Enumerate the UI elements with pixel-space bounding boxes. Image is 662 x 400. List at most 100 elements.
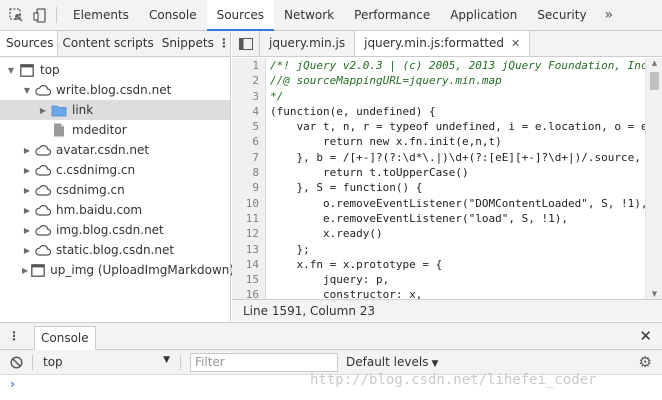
tree-item[interactable]: mdeditor (0, 120, 230, 140)
code-area[interactable]: 1 /*! jQuery v2.0.3 | (c) 2005, 2013 jQue… (232, 58, 645, 299)
sources-navigator: Sources Content scripts Snippets ⋮ ▼ top ▼… (0, 31, 234, 321)
tab-performance[interactable]: Performance (344, 0, 440, 30)
line-number[interactable]: 8 (232, 165, 266, 181)
tree-item[interactable]: ▶ hm.baidu.com (0, 200, 230, 220)
code-line[interactable]: 2 //@ sourceMappingURL=jquery.min.map (232, 73, 645, 89)
code-line[interactable]: 7 }, b = /[+-]?(?:\d*\.|)\d+(?:[eE][+-]?… (232, 149, 645, 166)
code-line[interactable]: 14 x.fn = x.prototype = { (232, 256, 645, 273)
scrollbar-thumb[interactable] (650, 72, 659, 90)
line-number[interactable]: 4 (232, 103, 266, 120)
code-line[interactable]: 9 }, S = function() { (232, 180, 645, 196)
navigator-tab-sources[interactable]: Sources (0, 31, 59, 56)
frame-icon (19, 63, 35, 77)
code-line[interactable]: 4 (function(e, undefined) { (232, 103, 645, 120)
code-line[interactable]: 13 }; (232, 241, 645, 257)
code-line[interactable]: 1 /*! jQuery v2.0.3 | (c) 2005, 2013 jQue… (232, 58, 645, 74)
tree-item[interactable]: ▶ c.csdnimg.cn (0, 160, 230, 180)
line-number[interactable]: 1 (232, 58, 266, 74)
line-number[interactable]: 10 (232, 195, 266, 211)
collapsed-arrow-icon[interactable]: ▶ (22, 146, 32, 155)
code-text: //@ sourceMappingURL=jquery.min.map (270, 74, 502, 88)
collapsed-arrow-icon[interactable]: ▶ (22, 226, 32, 235)
context-value: top (43, 355, 63, 369)
line-number[interactable]: 6 (232, 134, 266, 150)
tree-item-label: csdnimg.cn (56, 183, 125, 197)
drawer-menu-icon[interactable]: ⋮ (6, 328, 22, 344)
line-number[interactable]: 11 (232, 210, 266, 227)
collapsed-arrow-icon[interactable]: ▶ (22, 266, 28, 275)
console-settings-gear-icon[interactable]: ⚙ (639, 353, 652, 371)
code-line[interactable]: 12 x.ready() (232, 226, 645, 242)
cursor-position-status: Line 1591, Column 23 (232, 299, 662, 321)
collapsed-arrow-icon[interactable]: ▶ (22, 166, 32, 175)
tab-network[interactable]: Network (274, 0, 344, 30)
context-selector[interactable]: top ▼ (33, 355, 180, 369)
line-number[interactable]: 14 (232, 256, 266, 273)
close-tab-icon[interactable]: ✕ (511, 37, 520, 50)
code-line[interactable]: 3 */ (232, 88, 645, 104)
tree-item[interactable]: ▼ write.blog.csdn.net (0, 80, 230, 100)
device-toolbar-icon[interactable] (28, 0, 52, 30)
navigator-tabs: Sources Content scripts Snippets ⋮ (0, 31, 230, 57)
tab-console[interactable]: Console (139, 0, 207, 30)
frame-icon (31, 263, 46, 277)
line-number[interactable]: 3 (232, 88, 266, 104)
tab-security[interactable]: Security (527, 0, 596, 30)
expanded-arrow-icon[interactable]: ▼ (22, 86, 32, 95)
tab-application[interactable]: Application (440, 0, 527, 30)
code-line[interactable]: 8 return t.toUpperCase() (232, 165, 645, 181)
line-number[interactable]: 9 (232, 180, 266, 196)
line-number[interactable]: 15 (232, 272, 266, 288)
navigator-tab-snippets[interactable]: Snippets (158, 31, 218, 56)
vertical-scrollbar[interactable]: ▲ ▼ (645, 58, 662, 299)
code-line[interactable]: 11 e.removeEventListener("load", S, !1), (232, 210, 645, 227)
collapsed-arrow-icon[interactable]: ▶ (22, 246, 32, 255)
collapsed-arrow-icon[interactable]: ▶ (22, 206, 32, 215)
navigator-menu-icon[interactable]: ⋮ (218, 31, 230, 56)
tab-elements[interactable]: Elements (63, 0, 139, 30)
tree-item-label: up_img (UploadImgMarkdown) (50, 263, 235, 277)
collapsed-arrow-icon[interactable]: ▶ (38, 106, 48, 115)
code-line[interactable]: 16 constructor: x, (232, 287, 645, 299)
tree-item[interactable]: ▶ static.blog.csdn.net (0, 240, 230, 260)
inspect-element-icon[interactable] (4, 0, 28, 30)
code-text: }, S = function() { (270, 181, 423, 195)
tree-item[interactable]: ▼ top (0, 60, 230, 80)
close-drawer-icon[interactable]: ✕ (639, 327, 652, 345)
collapsed-arrow-icon[interactable]: ▶ (22, 186, 32, 195)
tree-item[interactable]: ▶ up_img (UploadImgMarkdown) (0, 260, 234, 280)
console-filter-input[interactable] (190, 352, 338, 372)
tree-item[interactable]: ▶ csdnimg.cn (0, 180, 230, 200)
file-icon (51, 123, 67, 137)
editor-tabs: jquery.min.js jquery.min.js:formatted ✕ (232, 31, 662, 57)
tree-item[interactable]: ▶ link (0, 100, 230, 120)
code-text: return new x.fn.init(e,n,t) (270, 135, 502, 149)
navigator-tab-content-scripts[interactable]: Content scripts (58, 31, 157, 56)
clear-console-icon[interactable] (0, 355, 32, 369)
more-tabs-button[interactable]: » (597, 0, 622, 30)
code-line[interactable]: 15 jquery: p, (232, 272, 645, 288)
line-number[interactable]: 16 (232, 287, 266, 299)
tab-sources[interactable]: Sources (206, 0, 275, 31)
code-line[interactable]: 6 return new x.fn.init(e,n,t) (232, 134, 645, 150)
cloud-icon (35, 163, 51, 177)
line-number[interactable]: 13 (232, 241, 266, 257)
drawer-tab-console[interactable]: Console (34, 326, 96, 350)
editor-tab-jquery-formatted[interactable]: jquery.min.js:formatted ✕ (355, 31, 531, 56)
line-number[interactable]: 7 (232, 149, 266, 166)
expanded-arrow-icon[interactable]: ▼ (6, 66, 16, 75)
toggle-navigator-icon[interactable] (232, 31, 260, 56)
line-number[interactable]: 2 (232, 73, 266, 89)
editor-tab-jquery-min[interactable]: jquery.min.js (260, 31, 356, 56)
log-levels-dropdown[interactable]: Default levels ▼ (346, 355, 438, 369)
console-prompt-icon[interactable]: › (10, 377, 15, 391)
scroll-up-icon[interactable]: ▲ (646, 59, 662, 67)
line-number[interactable]: 12 (232, 226, 266, 242)
scroll-down-icon[interactable]: ▼ (646, 290, 662, 298)
tree-item[interactable]: ▶ avatar.csdn.net (0, 140, 230, 160)
tree-item[interactable]: ▶ img.blog.csdn.net (0, 220, 230, 240)
code-line[interactable]: 10 o.removeEventListener("DOMContentLoad… (232, 195, 645, 211)
dropdown-caret-icon: ▼ (163, 355, 170, 365)
line-number[interactable]: 5 (232, 119, 266, 135)
code-line[interactable]: 5 var t, n, r = typeof undefined, i = e.… (232, 119, 645, 135)
